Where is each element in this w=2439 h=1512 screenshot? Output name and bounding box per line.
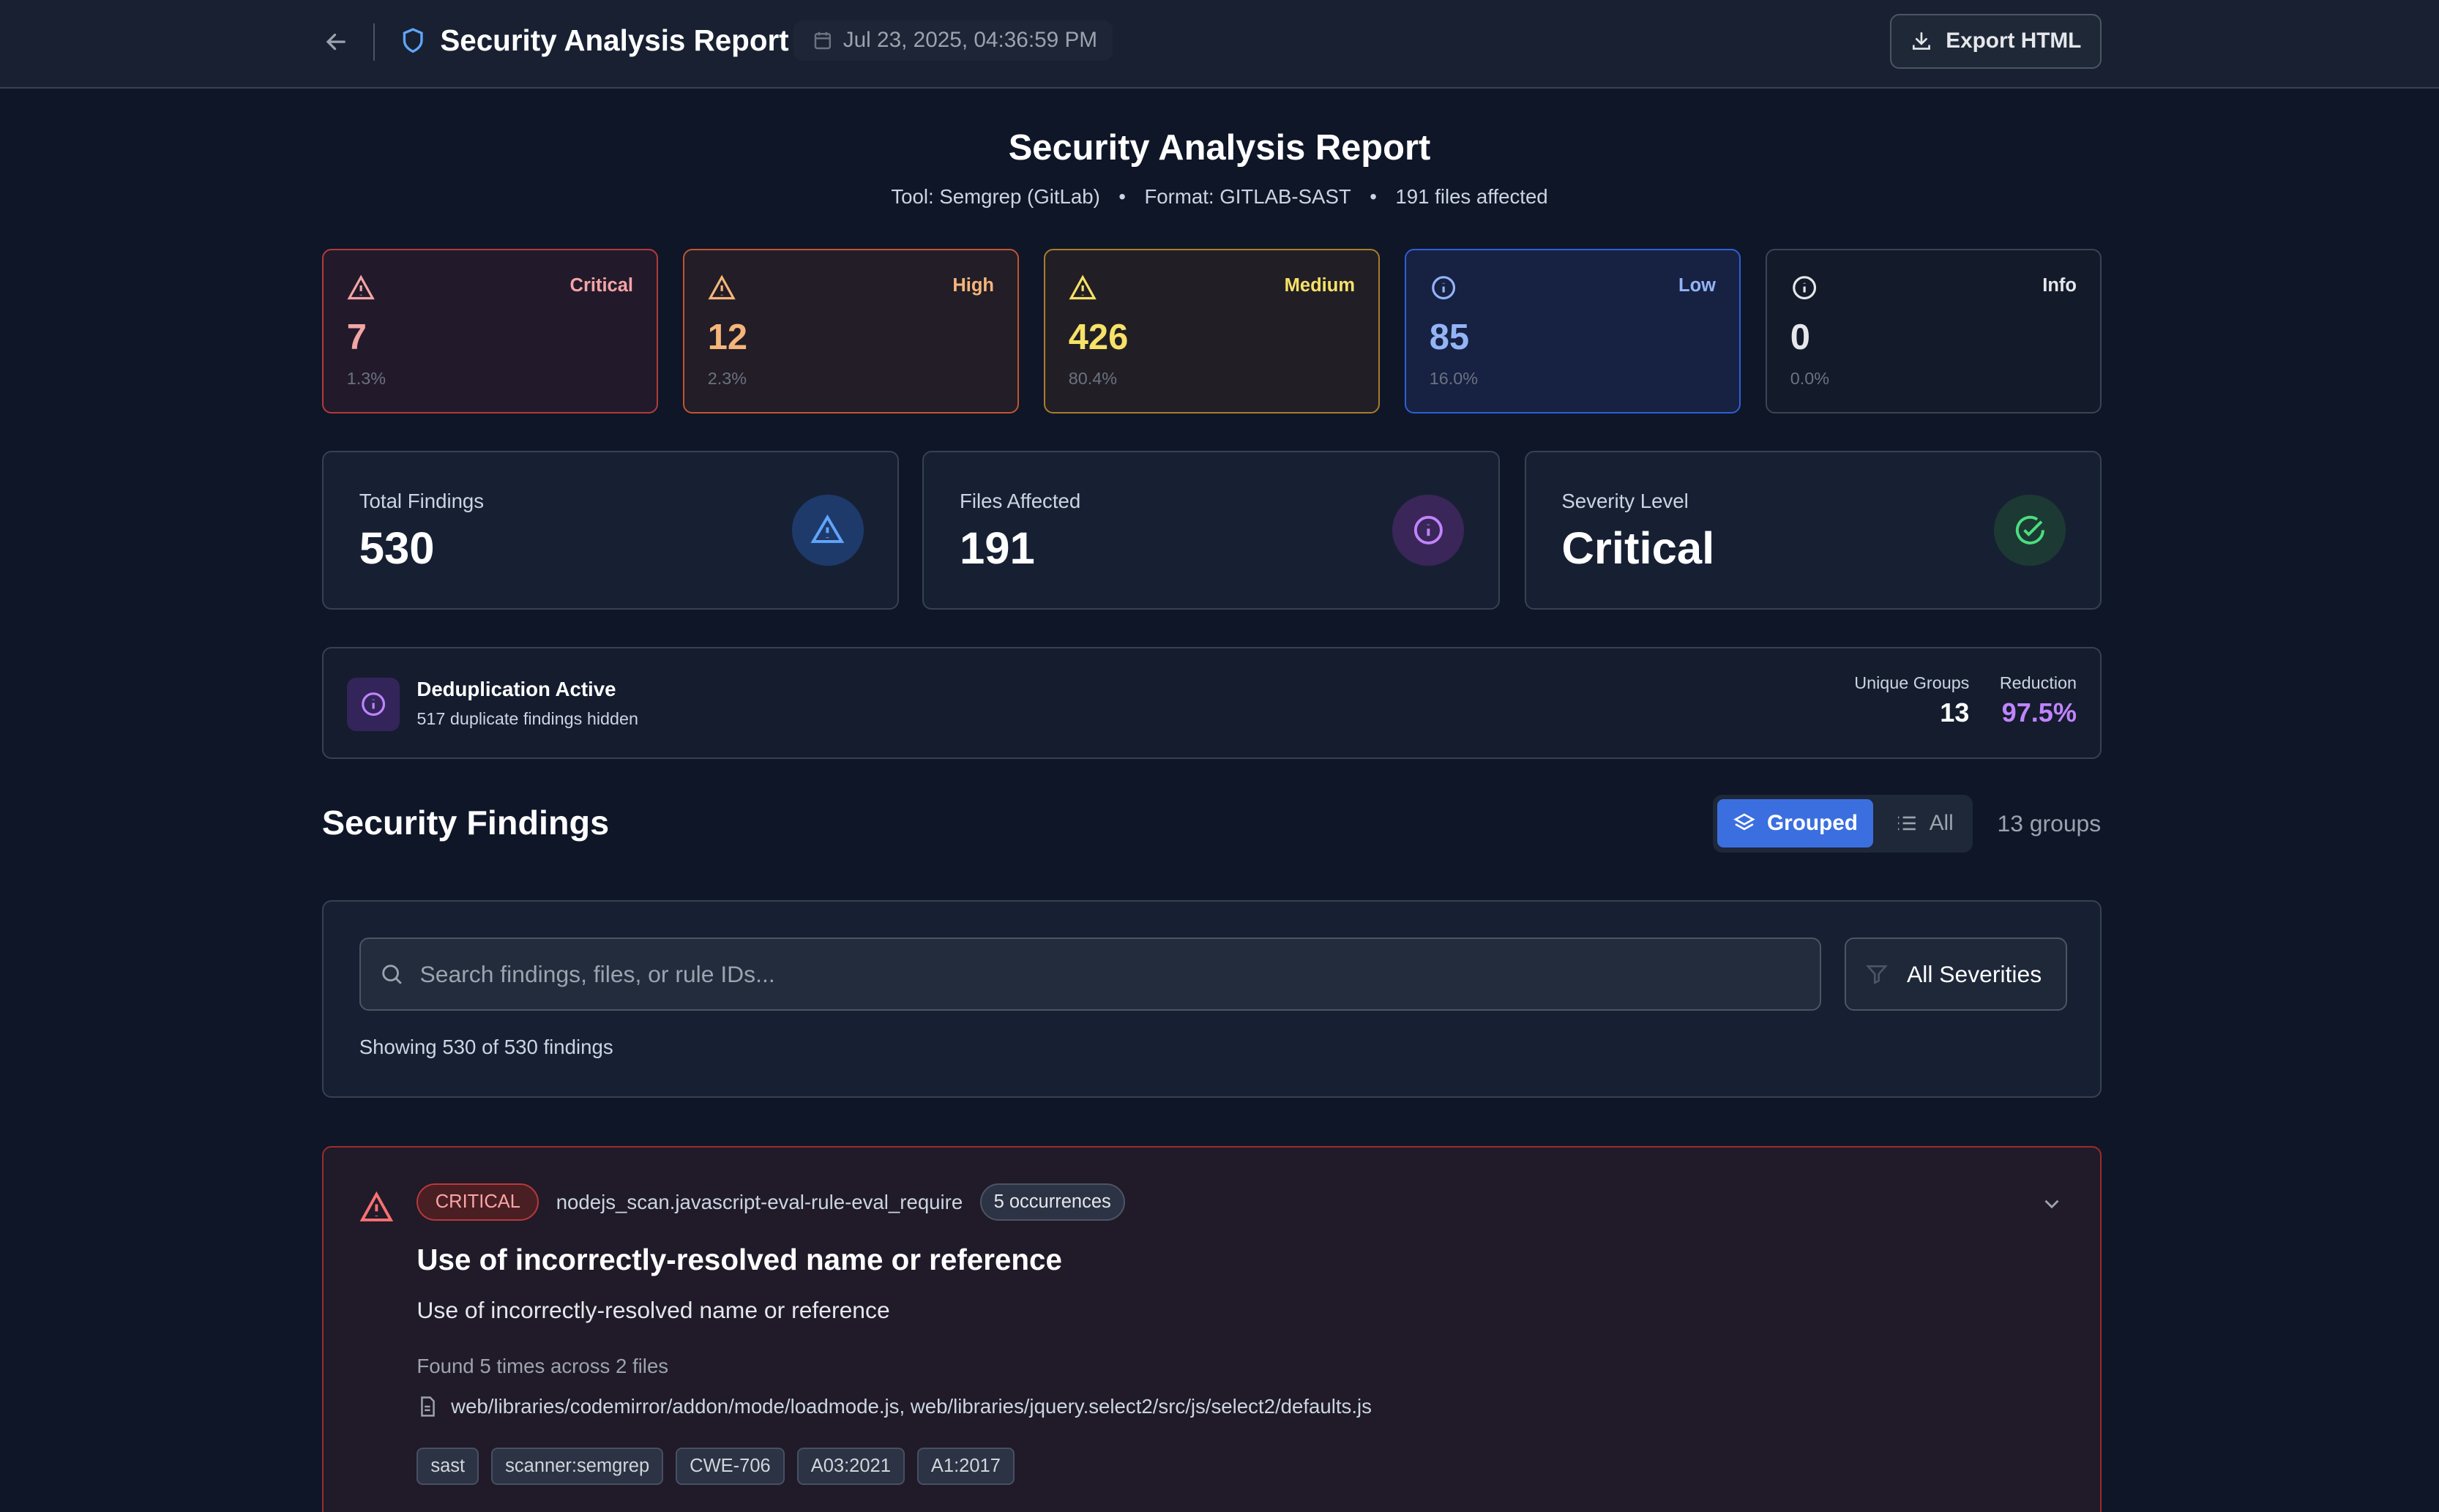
layers-icon <box>1733 812 1756 835</box>
finding-card[interactable]: CRITICAL nodejs_scan.javascript-eval-rul… <box>321 1146 2102 1512</box>
format: Format: GITLAB-SAST <box>1144 184 1351 208</box>
tag-list: sast scanner:semgrep CWE-706 A03:2021 A1:201… <box>417 1448 1027 1486</box>
stat-value: 191 <box>960 523 1035 574</box>
warning-icon <box>1069 274 1097 302</box>
severity-card-high[interactable]: High 12 2.3% <box>682 249 1019 414</box>
warning-icon <box>791 494 864 566</box>
severity-percent: 1.3% <box>346 368 386 388</box>
view-toggle: Grouped All <box>1712 794 1973 853</box>
info-icon <box>1430 274 1457 302</box>
stat-severity-level: Severity Level Critical <box>1524 451 2102 610</box>
file-icon <box>417 1395 438 1418</box>
severity-label: Low <box>1678 275 1716 296</box>
all-label: All <box>1929 811 1954 836</box>
stat-label: Files Affected <box>960 490 1081 513</box>
severity-badge: CRITICAL <box>417 1183 539 1221</box>
tag: sast <box>417 1448 479 1486</box>
severity-count: 7 <box>346 318 367 358</box>
check-circle-icon <box>1994 494 2066 566</box>
download-icon <box>1910 29 1933 53</box>
tag: A03:2021 <box>796 1448 905 1486</box>
severity-count: 85 <box>1429 318 1470 358</box>
divider <box>373 23 376 61</box>
export-label: Export HTML <box>1946 29 2082 53</box>
top-bar: Security Analysis Report Jul 23, 2025, 0… <box>0 0 2439 89</box>
filter-panel: All Severities Showing 530 of 530 findin… <box>321 900 2102 1099</box>
calendar-icon <box>812 29 834 51</box>
tag: CWE-706 <box>676 1448 785 1486</box>
report-title: Security Analysis Report <box>1008 128 1431 168</box>
severity-filter-value: All Severities <box>1907 960 2042 987</box>
severity-label: Info <box>2042 275 2077 296</box>
severity-percent: 0.0% <box>1790 368 1829 388</box>
separator: • <box>1370 184 1377 208</box>
dedup-subtitle: 517 duplicate findings hidden <box>417 708 638 728</box>
info-icon <box>1392 494 1464 566</box>
separator: • <box>1118 184 1126 208</box>
tag: A1:2017 <box>916 1448 1015 1486</box>
severity-label: Medium <box>1284 275 1355 296</box>
reduction-label: Reduction <box>1999 673 2077 692</box>
unique-groups-label: Unique Groups <box>1854 673 1970 692</box>
search-box <box>359 937 1822 1011</box>
warning-icon <box>708 274 736 302</box>
showing-count: Showing 530 of 530 findings <box>359 1036 613 1059</box>
warning-icon <box>359 1190 394 1224</box>
dedup-title: Deduplication Active <box>417 678 616 701</box>
tool: Tool: Semgrep (GitLab) <box>891 184 1100 208</box>
timestamp-chip: Jul 23, 2025, 04:36:59 PM <box>793 20 1113 61</box>
severity-card-low[interactable]: Low 85 16.0% <box>1404 249 1741 414</box>
stat-label: Severity Level <box>1561 490 1689 513</box>
reduction-value: 97.5% <box>2001 697 2077 728</box>
finding-title: Use of incorrectly-resolved name or refe… <box>417 1242 1062 1276</box>
list-icon <box>1895 812 1919 835</box>
severity-count: 0 <box>1790 318 1810 358</box>
grouped-view-button[interactable]: Grouped <box>1717 799 1874 848</box>
stat-total-findings: Total Findings 530 <box>321 451 900 610</box>
all-view-button[interactable]: All <box>1880 799 1969 847</box>
section-title: Security Findings <box>321 803 610 842</box>
info-icon <box>346 678 400 731</box>
severity-count: 426 <box>1068 318 1129 358</box>
search-input[interactable] <box>419 960 1789 988</box>
shield-icon <box>398 25 427 56</box>
back-arrow-icon[interactable] <box>322 28 350 56</box>
unique-groups-value: 13 <box>1940 697 1970 728</box>
tag: scanner:semgrep <box>491 1448 664 1486</box>
app-title: Security Analysis Report <box>440 23 789 57</box>
found-summary: Found 5 times across 2 files <box>417 1354 669 1377</box>
files-affected: 191 files affected <box>1395 184 1548 208</box>
stat-value: Critical <box>1561 523 1715 574</box>
severity-percent: 16.0% <box>1429 368 1478 388</box>
severity-count: 12 <box>707 318 748 358</box>
severity-card-medium[interactable]: Medium 426 80.4% <box>1043 249 1380 414</box>
chevron-down-icon[interactable] <box>2039 1191 2064 1216</box>
severity-percent: 2.3% <box>707 368 747 388</box>
severity-card-critical[interactable]: Critical 7 1.3% <box>321 249 658 414</box>
severity-filter-select[interactable]: All Severities <box>1845 937 2067 1011</box>
deduplication-banner: Deduplication Active 517 duplicate findi… <box>321 647 2102 759</box>
occurrences-badge: 5 occurrences <box>979 1183 1125 1221</box>
warning-icon <box>347 274 375 302</box>
stat-files-affected: Files Affected 191 <box>922 451 1500 610</box>
severity-card-info[interactable]: Info 0 0.0% <box>1765 249 2102 414</box>
severity-percent: 80.4% <box>1068 368 1117 388</box>
info-icon <box>1790 274 1818 302</box>
stat-value: 530 <box>359 523 435 574</box>
report-meta: Tool: Semgrep (GitLab) • Format: GITLAB-SA… <box>0 185 2439 209</box>
timestamp: Jul 23, 2025, 04:36:59 PM <box>843 28 1098 53</box>
search-icon <box>379 962 404 987</box>
filter-icon <box>1865 962 1889 986</box>
export-html-button[interactable]: Export HTML <box>1889 14 2102 69</box>
severity-label: High <box>952 275 994 296</box>
stat-label: Total Findings <box>359 490 485 513</box>
grouped-label: Grouped <box>1767 811 1858 836</box>
finding-description: Use of incorrectly-resolved name or refe… <box>417 1297 890 1324</box>
severity-label: Critical <box>569 275 633 296</box>
groups-count: 13 groups <box>1997 810 2102 837</box>
rule-id: nodejs_scan.javascript-eval-rule-eval_re… <box>556 1190 963 1213</box>
file-paths: web/libraries/codemirror/addon/mode/load… <box>451 1395 1372 1418</box>
